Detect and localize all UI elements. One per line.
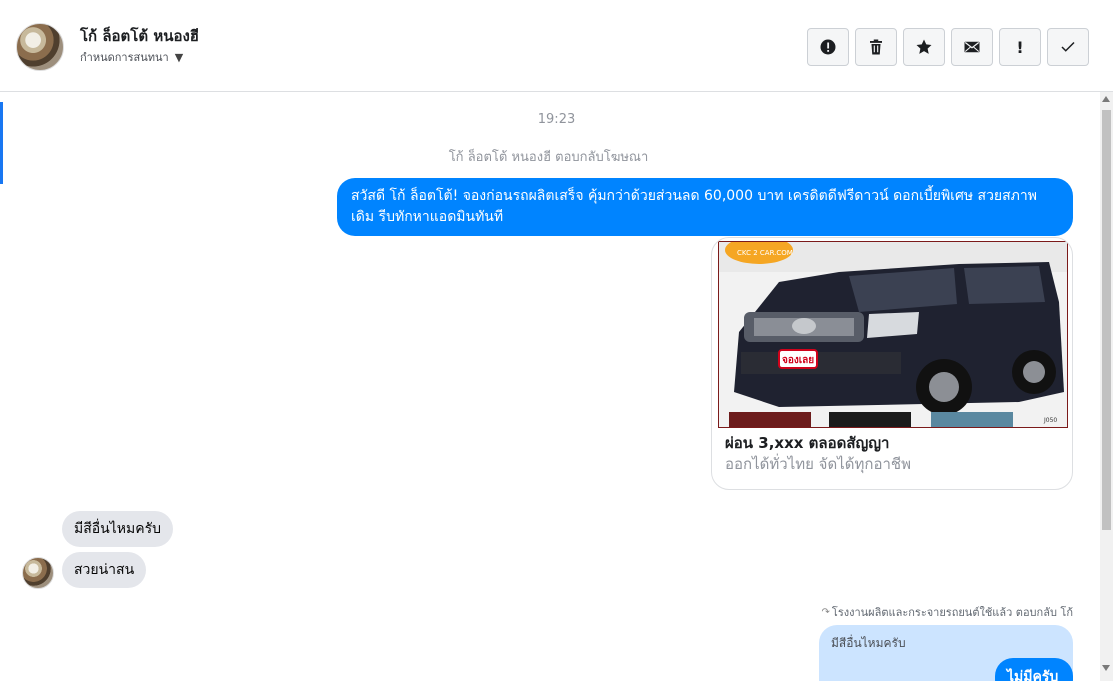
scroll-down-arrow-icon[interactable] [1102,665,1110,671]
mail-icon [964,41,980,53]
logo-text: CKC 2 CAR.COM [737,249,793,257]
follow-up-button[interactable]: ! [999,28,1041,66]
mark-spam-button[interactable] [807,28,849,66]
sender-avatar [22,557,54,589]
scroll-up-arrow-icon[interactable] [1102,96,1110,102]
incoming-message[interactable]: สวยน่าสน [62,552,147,588]
reply-arrow-icon: ↷ [821,606,830,618]
conversation-settings-label: กำหนดการสนทนา [80,51,169,64]
trash-icon [870,39,882,55]
alert-icon [820,39,836,55]
reply-context-text: โรงงานผลิตและกระจายรถยนต์ใช้แล้ว ตอบกลับ… [831,606,1073,619]
check-icon [1061,41,1075,52]
outgoing-message[interactable]: สวัสดี โก้ ล็อตโต้! จองก่อนรถผลิตเสร็จ ค… [337,178,1073,236]
contact-name[interactable]: โก้ ล็อตโต้ หนองฮี [80,24,199,48]
ad-reply-note: โก้ ล็อตโต้ หนองฮี ตอบกลับโฆษณา [448,150,649,165]
exclamation-icon: ! [1016,37,1024,57]
image-code: J050 [1043,417,1057,424]
star-button[interactable] [903,28,945,66]
caret-down-icon: ▼ [174,50,184,64]
delete-button[interactable] [855,28,897,66]
message-timestamp: 19:23 [537,112,576,127]
ad-card-subtitle: ออกได้ทั่วไทย จัดได้ทุกอาชีพ [725,455,911,473]
mark-unread-button[interactable] [951,28,993,66]
ad-card[interactable]: CKC 2 CAR.COM จองเลย J050 ผ่อน 3,xxx ตลอ… [711,237,1073,490]
book-now-badge: จองเลย [782,355,814,366]
reply-context-note: ↷ โรงงานผลิตและกระจายรถยนต์ใช้แล้ว ตอบกล… [822,603,1073,621]
car-ad-image: CKC 2 CAR.COM จองเลย J050 [718,241,1068,428]
conversation-settings-dropdown[interactable]: กำหนดการสนทนา ▼ [80,48,183,66]
pickup-truck-image: CKC 2 CAR.COM จองเลย J050 [719,242,1067,427]
scrollbar-thumb[interactable] [1102,110,1111,530]
incoming-message[interactable]: มีสีอื่นไหมครับ [62,511,174,547]
action-toolbar: ! [807,28,1089,66]
contact-avatar[interactable] [16,23,64,71]
conversation-header: โก้ ล็อตโต้ หนองฮี กำหนดการสนทนา ▼ ! [0,0,1113,92]
star-icon [916,39,932,54]
outgoing-reply-message[interactable]: ไม่มีครับ [995,658,1073,681]
mark-done-button[interactable] [1047,28,1089,66]
